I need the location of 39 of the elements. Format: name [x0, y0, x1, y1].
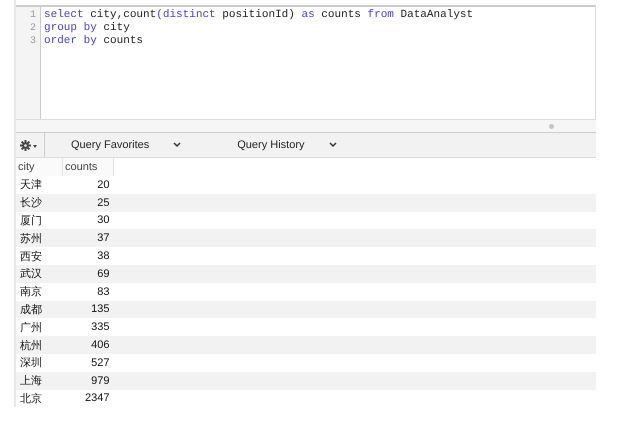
- table-cell: 南京: [16, 282, 62, 301]
- table-cell: 25: [62, 194, 114, 212]
- line-number: 1: [28, 9, 37, 22]
- table-cell: 69: [62, 264, 114, 283]
- table-cell: 武汉: [16, 264, 62, 283]
- chevron-down-icon: [173, 142, 182, 148]
- table-cell: 335: [62, 318, 114, 336]
- chevron-down-icon: [328, 142, 336, 148]
- resize-handle-icon[interactable]: [549, 124, 554, 128]
- table-cell: 30: [62, 212, 114, 230]
- table-cell: 天津: [16, 176, 62, 194]
- column-header[interactable]: city: [16, 158, 62, 176]
- table-cell: 西安: [16, 247, 62, 265]
- table-cell: 37: [62, 229, 114, 248]
- table-cell: 406: [62, 336, 114, 354]
- table-cell: 135: [62, 300, 114, 318]
- column-header[interactable]: counts: [62, 158, 114, 176]
- table-cell: 厦门: [16, 212, 62, 230]
- line-number: 3: [28, 35, 37, 48]
- table-cell: 20: [62, 176, 114, 194]
- code-line: select city,count(distinct positionId) as counts from DataAnalyst: [44, 9, 474, 22]
- table-cell: 83: [62, 282, 114, 301]
- dropdown-menu[interactable]: Query Favorites: [67, 137, 186, 153]
- table-cell: 979: [62, 372, 114, 390]
- table-cell: 2347: [62, 390, 114, 408]
- line-number: 2: [28, 22, 37, 35]
- table-cell: 苏州: [16, 229, 62, 248]
- table-cell: 长沙: [16, 194, 62, 212]
- table-cell: 深圳: [16, 354, 62, 372]
- code-line: group by city: [44, 22, 131, 35]
- dropdown-menu[interactable]: Query History: [233, 137, 340, 153]
- table-cell: 广州: [16, 318, 62, 336]
- table-cell: 北京: [16, 390, 62, 408]
- table-cell: 上海: [16, 372, 62, 390]
- table-cell: 527: [62, 354, 114, 372]
- table-cell: 38: [62, 247, 114, 265]
- code-line: order by counts: [44, 35, 144, 48]
- table-cell: 杭州: [16, 336, 62, 354]
- table-cell: 成都: [16, 300, 62, 318]
